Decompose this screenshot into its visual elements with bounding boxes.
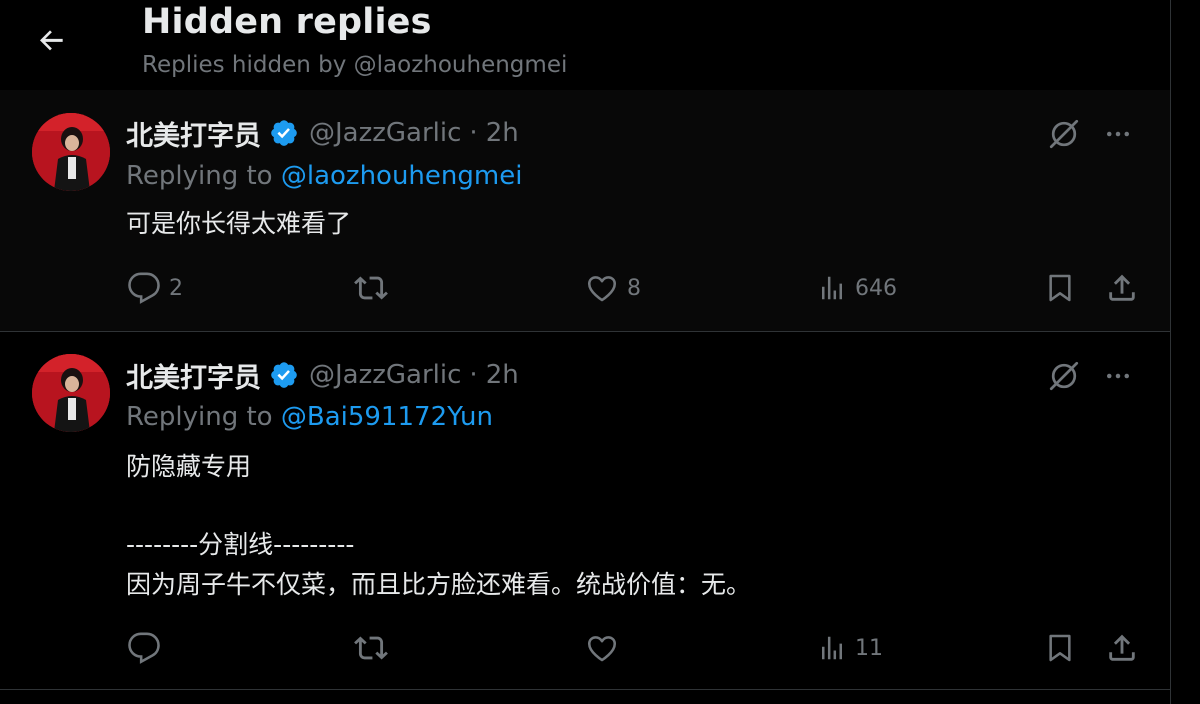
view-count: 646 <box>855 275 897 301</box>
tweet-timestamp[interactable]: 2h <box>486 360 519 390</box>
avatar[interactable] <box>32 113 110 191</box>
reply-button[interactable] <box>127 628 169 668</box>
tweet[interactable]: 北美打字员 @JazzGarlic · 2h Replying to @Bai5… <box>0 332 1170 690</box>
page-subtitle: Replies hidden by @laozhouhengmei <box>142 52 568 78</box>
tweet-corner-actions <box>1042 356 1140 396</box>
reply-icon <box>127 271 161 305</box>
replying-to: Replying to @laozhouhengmei <box>126 161 522 191</box>
separator-dot: · <box>469 118 478 148</box>
more-button[interactable] <box>1096 356 1140 396</box>
more-dots-icon <box>1103 119 1133 149</box>
tweet-text: 可是你长得太难看了 <box>126 209 352 238</box>
bookmark-icon <box>1044 631 1076 665</box>
share-button[interactable] <box>1105 628 1139 668</box>
author-handle[interactable]: @JazzGarlic <box>309 360 461 390</box>
views-button[interactable]: 11 <box>817 628 883 668</box>
share-button[interactable] <box>1105 268 1139 308</box>
eye-slash-icon <box>1046 116 1082 152</box>
reply-icon <box>127 631 161 665</box>
like-count: 8 <box>627 275 641 301</box>
page-header: Hidden replies Replies hidden by @laozho… <box>0 0 1170 90</box>
views-icon <box>817 633 847 663</box>
replying-to-label: Replying to <box>126 161 273 191</box>
separator-dot: · <box>469 360 478 390</box>
verified-badge-icon <box>269 118 299 148</box>
share-icon <box>1105 631 1139 665</box>
reply-count: 2 <box>169 275 183 301</box>
tweet-actions: 2 8 646 <box>0 268 1170 308</box>
replying-to: Replying to @Bai591172Yun <box>126 402 493 432</box>
bookmark-icon <box>1044 271 1076 305</box>
page-title: Hidden replies <box>142 2 432 42</box>
tweet[interactable]: 北美打字员 @JazzGarlic · 2h Replying to @laoz… <box>0 90 1170 332</box>
bookmark-button[interactable] <box>1044 628 1076 668</box>
more-dots-icon <box>1103 361 1133 391</box>
views-icon <box>817 273 847 303</box>
retweet-icon <box>354 271 388 305</box>
author-display-name[interactable]: 北美打字员 <box>126 356 261 395</box>
eye-slash-icon <box>1046 358 1082 394</box>
replying-to-label: Replying to <box>126 402 273 432</box>
tweet-author-row: 北美打字员 @JazzGarlic · 2h <box>126 355 519 395</box>
unhide-reply-button[interactable] <box>1042 356 1086 396</box>
like-button[interactable]: 8 <box>585 268 641 308</box>
author-handle[interactable]: @JazzGarlic <box>309 118 461 148</box>
tweet-text-line: 防隐藏专用 <box>126 452 252 481</box>
replying-to-mention[interactable]: @Bai591172Yun <box>281 402 493 432</box>
heart-icon <box>585 271 619 305</box>
arrow-left-icon <box>36 24 68 56</box>
tweet-timestamp[interactable]: 2h <box>486 118 519 148</box>
bookmark-button[interactable] <box>1044 268 1076 308</box>
hidden-replies-column: Hidden replies Replies hidden by @laozho… <box>0 0 1171 704</box>
tweet-corner-actions <box>1042 114 1140 154</box>
back-button[interactable] <box>30 20 74 60</box>
replying-to-mention[interactable]: @laozhouhengmei <box>281 161 523 191</box>
more-button[interactable] <box>1096 114 1140 154</box>
tweet-author-row: 北美打字员 @JazzGarlic · 2h <box>126 113 519 153</box>
unhide-reply-button[interactable] <box>1042 114 1086 154</box>
tweet-text-line: --------分割线--------- <box>126 530 355 559</box>
heart-icon <box>585 631 619 665</box>
tweet-text-line: 因为周子牛不仅菜，而且比方脸还难看。统战价值：无。 <box>126 570 752 599</box>
view-count: 11 <box>855 635 883 661</box>
retweet-button[interactable] <box>354 628 396 668</box>
author-display-name[interactable]: 北美打字员 <box>126 114 261 153</box>
retweet-button[interactable] <box>354 268 396 308</box>
reply-button[interactable]: 2 <box>127 268 183 308</box>
share-icon <box>1105 271 1139 305</box>
verified-badge-icon <box>269 360 299 390</box>
tweet-actions: 11 <box>0 628 1170 668</box>
views-button[interactable]: 646 <box>817 268 897 308</box>
retweet-icon <box>354 631 388 665</box>
avatar[interactable] <box>32 354 110 432</box>
like-button[interactable] <box>585 628 627 668</box>
